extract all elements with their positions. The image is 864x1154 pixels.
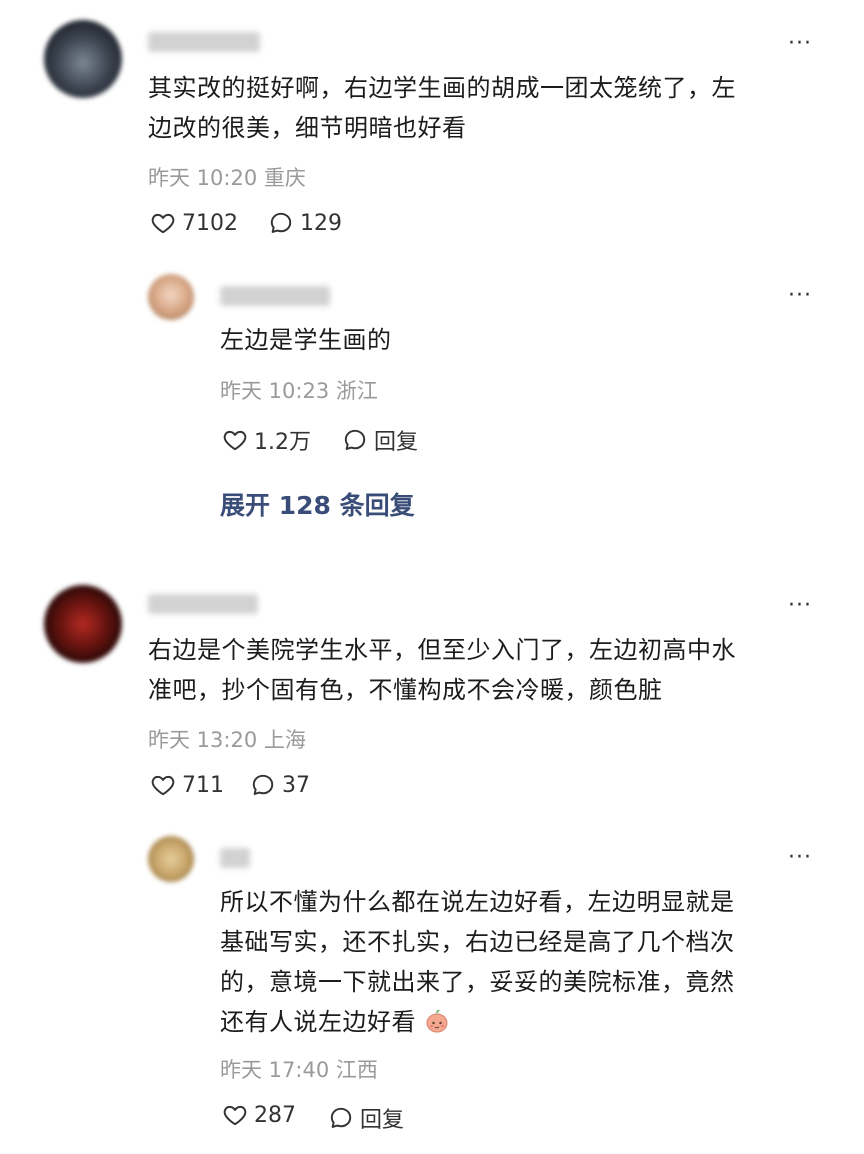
like-button[interactable]: 1.2万 [222,424,311,456]
username-blurred[interactable] [148,594,258,614]
expand-replies-link[interactable]: 展开 128 条回复 [220,486,415,522]
more-options-icon[interactable]: ··· [788,285,812,307]
reply-time: 昨天 17:40 [220,1058,330,1082]
like-count: 7102 [182,210,238,236]
username-blurred[interactable] [220,848,250,868]
reply-count: 129 [300,210,342,236]
comment-meta: 昨天 13:20 上海 [148,724,306,754]
reply-text: 所以不懂为什么都在说左边好看，左边明显就是 基础写实，还不扎实，右边已经是高了几… [220,888,735,1036]
reply-location: 江西 [335,1058,378,1082]
more-options-icon[interactable]: ··· [788,595,812,617]
reply-button[interactable]: 37 [250,772,310,798]
more-options-icon[interactable]: ··· [788,847,812,869]
comment-time: 昨天 10:20 [148,166,258,190]
like-button[interactable]: 7102 [150,210,238,236]
comment-location: 重庆 [263,166,306,190]
heart-icon [151,213,175,234]
username-blurred[interactable] [220,286,330,306]
avatar[interactable] [44,585,122,663]
reply-button[interactable]: 回复 [342,424,418,456]
reply-label: 回复 [360,1108,405,1133]
comment-meta: 昨天 10:20 重庆 [148,162,306,192]
reply-time: 昨天 10:23 [220,379,330,403]
comment-bubble-icon [252,774,274,795]
like-button[interactable]: 711 [150,772,224,798]
avatar[interactable] [148,836,194,882]
like-count: 711 [182,772,224,798]
comment-text: 右边是个美院学生水平，但至少入门了，左边初高中水 准吧，抄个固有色，不懂构成不会… [148,636,736,704]
reply-location: 浙江 [335,379,378,403]
heart-icon [223,1105,247,1126]
like-count: 287 [254,1102,296,1128]
comment-location: 上海 [263,728,306,752]
heart-icon [151,775,175,796]
reply-meta: 昨天 17:40 江西 [220,1054,378,1084]
avatar[interactable] [148,274,194,320]
heart-icon [223,430,247,451]
like-count: 1.2万 [254,430,311,455]
comment-text: 其实改的挺好啊，右边学生画的胡成一团太笼统了，左 边改的很美，细节明暗也好看 [148,74,736,142]
like-button[interactable]: 287 [222,1102,296,1128]
comment-time: 昨天 13:20 [148,728,258,752]
reply-label: 回复 [374,430,419,455]
reply-text: 左边是学生画的 [220,326,392,354]
comment-bubble-icon [330,1107,352,1128]
peach-emoji-icon [426,1009,448,1033]
username-blurred[interactable] [148,32,260,52]
comment-bubble-icon [344,429,366,450]
reply-count: 37 [282,772,310,798]
reply-button[interactable]: 回复 [328,1102,404,1134]
reply-meta: 昨天 10:23 浙江 [220,375,378,405]
more-options-icon[interactable]: ··· [788,33,812,55]
comment-bubble-icon [270,212,292,233]
avatar[interactable] [44,20,122,98]
reply-button[interactable]: 129 [268,210,342,236]
